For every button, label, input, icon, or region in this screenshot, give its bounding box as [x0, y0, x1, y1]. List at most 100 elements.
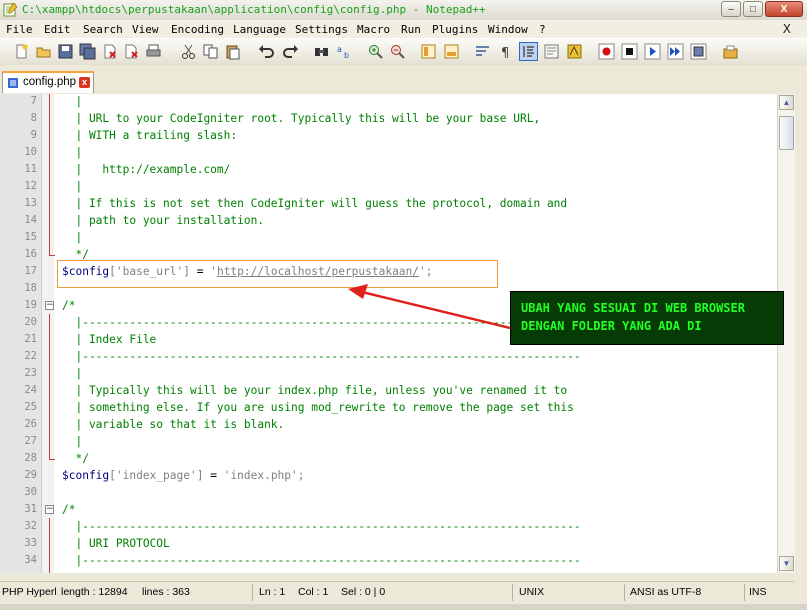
annotation-text: UBAH YANG SESUAI DI WEB BROWSER DENGAN F…	[521, 301, 745, 333]
run-macro-multiple-icon[interactable]	[667, 43, 684, 60]
menu-encoding[interactable]: Encoding	[171, 23, 224, 36]
code-line: 22 |------------------------------------…	[24, 350, 581, 363]
code-line: 32 |------------------------------------…	[24, 520, 581, 533]
new-file-icon[interactable]	[13, 43, 30, 60]
code-line: 23 |	[24, 367, 83, 380]
close-tab-icon[interactable]: x	[79, 77, 90, 88]
word-wrap-icon[interactable]	[474, 43, 491, 60]
code-line: 11 | http://example.com/	[24, 163, 231, 176]
save-all-icon[interactable]	[79, 43, 96, 60]
redo-icon[interactable]	[282, 43, 299, 60]
cut-icon[interactable]	[180, 43, 197, 60]
zoom-in-icon[interactable]	[367, 43, 384, 60]
status-eol: UNIX	[519, 586, 545, 598]
window-title: C:\xampp\htdocs\perpustakaan\application…	[22, 3, 486, 16]
status-encoding: ANSI as UTF-8	[630, 586, 702, 598]
code-line: 15 |	[24, 231, 83, 244]
paste-icon[interactable]	[224, 43, 241, 60]
code-line: 24 | Typically this will be your index.p…	[24, 384, 568, 397]
menu-macro[interactable]: Macro	[357, 23, 390, 36]
close-all-icon[interactable]	[123, 43, 140, 60]
stop-macro-icon[interactable]	[621, 43, 638, 60]
menu-window[interactable]: Window	[488, 23, 528, 36]
print-icon[interactable]	[145, 43, 162, 60]
file-icon	[8, 78, 18, 88]
base-url-highlight-box	[57, 260, 498, 288]
scroll-down-icon[interactable]: ▼	[779, 556, 794, 571]
scroll-thumb[interactable]	[779, 116, 794, 150]
code-line: 30	[24, 486, 37, 498]
code-line: 12 |	[24, 180, 83, 193]
tab-config-php[interactable]: config.php x	[2, 71, 94, 93]
title-bar: C:\xampp\htdocs\perpustakaan\application…	[0, 0, 807, 21]
status-file-type: PHP Hyperl	[2, 586, 57, 598]
code-line: 26 | variable so that it is blank.	[24, 418, 285, 431]
open-file-icon[interactable]	[35, 43, 52, 60]
save-icon[interactable]	[57, 43, 74, 60]
menu-edit[interactable]: Edit	[44, 23, 71, 36]
menu-file[interactable]: File	[6, 23, 33, 36]
status-selection: Sel : 0 | 0	[341, 586, 386, 598]
code-line: 34 |------------------------------------…	[24, 554, 581, 567]
status-line-number: Ln : 1	[259, 586, 286, 598]
menu-view[interactable]: View	[132, 23, 159, 36]
scroll-up-icon[interactable]: ▲	[779, 95, 794, 110]
replace-icon[interactable]: ab	[336, 43, 353, 60]
copy-icon[interactable]	[202, 43, 219, 60]
doc-map-icon[interactable]	[566, 43, 583, 60]
code-line: 28 */	[24, 452, 89, 465]
close-window-button[interactable]: X	[765, 1, 803, 17]
code-line: 10 |	[24, 146, 83, 159]
sync-horizontal-icon[interactable]	[443, 43, 460, 60]
tab-label: config.php	[23, 76, 77, 88]
notepad-plus-plus-icon	[3, 2, 18, 17]
status-insert-mode: INS	[749, 586, 767, 598]
code-line-index-page: 29 $config['index_page'] = 'index.php';	[24, 469, 305, 482]
menu-search[interactable]: Search	[83, 23, 123, 36]
play-macro-icon[interactable]	[644, 43, 661, 60]
fold-toggle-icon[interactable]: −	[45, 301, 54, 310]
menu-language[interactable]: Language	[233, 23, 286, 36]
minimize-button[interactable]: –	[721, 1, 741, 17]
code-line: 31−/*	[24, 503, 76, 516]
sync-vertical-icon[interactable]	[420, 43, 437, 60]
code-line: 7 |	[30, 95, 83, 108]
code-line: 13 | If this is not set then CodeIgniter…	[24, 197, 568, 210]
toolbar: ab ¶	[0, 38, 807, 66]
menu-bar: File Edit Search View Encoding Language …	[0, 20, 807, 38]
menu-settings[interactable]: Settings	[295, 23, 348, 36]
undo-icon[interactable]	[258, 43, 275, 60]
plugin-icon[interactable]	[722, 43, 739, 60]
annotation-callout: UBAH YANG SESUAI DI WEB BROWSER DENGAN F…	[510, 291, 784, 345]
code-line: 27 |	[24, 435, 83, 448]
close-document-icon[interactable]: X	[783, 22, 791, 36]
zoom-out-icon[interactable]	[389, 43, 406, 60]
maximize-button[interactable]: □	[743, 1, 763, 17]
code-line: 14 | path to your installation.	[24, 214, 265, 227]
status-length: length : 12894	[61, 586, 128, 598]
menu-plugins[interactable]: Plugins	[432, 23, 478, 36]
tab-bar: config.php x	[0, 65, 807, 94]
user-defined-language-icon[interactable]	[543, 43, 560, 60]
bottom-edge	[0, 604, 807, 610]
svg-text:¶: ¶	[501, 46, 509, 60]
status-column: Col : 1	[298, 586, 329, 598]
save-macro-icon[interactable]	[690, 43, 707, 60]
svg-text:b: b	[344, 51, 349, 60]
code-line: 33 | URI PROTOCOL	[24, 537, 170, 550]
menu-run[interactable]: Run	[401, 23, 421, 36]
status-bar: PHP Hyperl length : 12894 lines : 363 Ln…	[0, 581, 794, 604]
close-file-icon[interactable]	[101, 43, 118, 60]
find-icon[interactable]	[313, 43, 330, 60]
svg-text:a: a	[337, 45, 342, 54]
code-line: 9 | WITH a trailing slash:	[30, 129, 238, 142]
status-lines: lines : 363	[142, 586, 190, 598]
example-url-link[interactable]: | http://example.com/	[62, 163, 230, 176]
code-line: 8 | URL to your CodeIgniter root. Typica…	[30, 112, 541, 125]
menu-help[interactable]: ?	[539, 23, 546, 36]
show-all-chars-icon[interactable]: ¶	[497, 43, 514, 60]
code-line: 25 | something else. If you are using mo…	[24, 401, 574, 414]
fold-toggle-icon[interactable]: −	[45, 505, 54, 514]
indent-guide-icon[interactable]	[519, 42, 538, 61]
record-macro-icon[interactable]	[598, 43, 615, 60]
